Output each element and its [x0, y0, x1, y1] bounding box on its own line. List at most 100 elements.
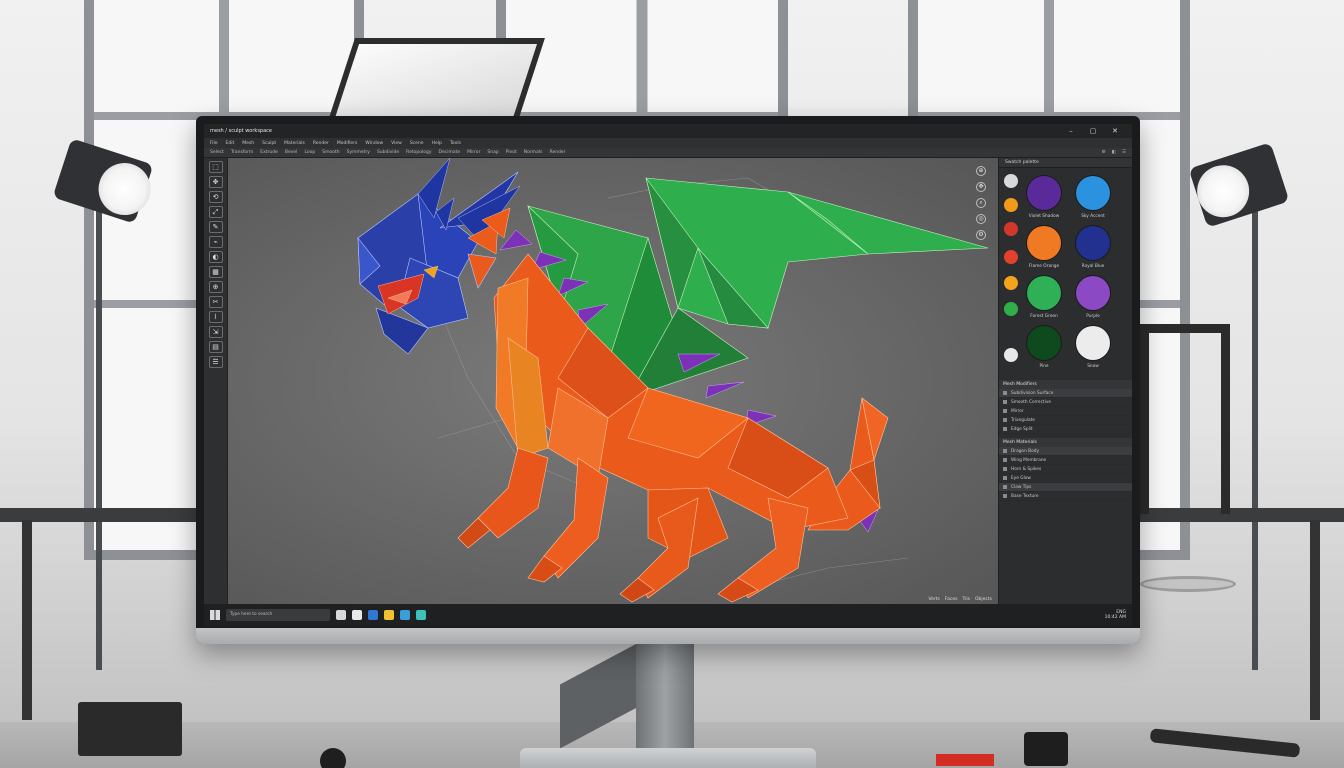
list-item[interactable]: Wing Membrane — [999, 456, 1132, 465]
menu-materials[interactable]: Materials — [284, 141, 305, 146]
app-icon[interactable] — [416, 610, 426, 620]
folder-icon[interactable] — [384, 610, 394, 620]
3d-viewport[interactable]: ⊕ ✥ ⌕ ◎ ⚙ Verts Faces Tris Objects — [228, 158, 998, 604]
black-cup — [1024, 732, 1068, 766]
color-swatch[interactable] — [1027, 226, 1061, 260]
menu-view[interactable]: View — [391, 141, 402, 146]
menu-icon[interactable]: ☰ — [1122, 150, 1126, 155]
draw-icon[interactable]: ✎ — [208, 221, 223, 233]
list-icon[interactable]: ☰ — [208, 356, 223, 368]
browser-icon[interactable] — [368, 610, 378, 620]
list-item[interactable]: Dragon Body — [999, 447, 1132, 456]
toolbar-render[interactable]: Render — [549, 150, 565, 155]
menu-scene[interactable]: Scene — [410, 141, 424, 146]
section-title[interactable]: Mesh Materials — [999, 438, 1132, 447]
minimize-button[interactable]: – — [1060, 124, 1082, 138]
toolbar-mirror[interactable]: Mirror — [467, 150, 480, 155]
mini-swatch[interactable] — [1004, 198, 1018, 212]
menu-tools[interactable]: Tools — [450, 141, 461, 146]
section-title[interactable]: Mesh Modifiers — [999, 380, 1132, 389]
color-swatch[interactable] — [1076, 276, 1110, 310]
resize-icon[interactable]: ⇲ — [208, 326, 223, 338]
orbit-icon[interactable]: ◎ — [976, 214, 986, 224]
color-swatch[interactable] — [1076, 226, 1110, 260]
toolbar-snap[interactable]: Snap — [487, 150, 498, 155]
menu-mesh[interactable]: Mesh — [242, 141, 254, 146]
mini-swatch[interactable] — [1004, 250, 1018, 264]
list-item[interactable]: Base Texture — [999, 492, 1132, 501]
list-item[interactable]: Subdivision Surface — [999, 389, 1132, 398]
close-button[interactable]: ✕ — [1104, 124, 1126, 138]
toolbar-select[interactable]: Select — [210, 150, 224, 155]
rotate-icon[interactable]: ⟲ — [208, 191, 223, 203]
zoom-icon[interactable]: ⌕ — [976, 198, 986, 208]
settings-icon[interactable]: ⚙ — [1102, 150, 1106, 155]
list-item[interactable]: Claw Tips — [999, 483, 1132, 492]
move-icon[interactable]: ✥ — [208, 176, 223, 188]
shade-icon[interactable]: ◐ — [208, 251, 223, 263]
mini-swatch[interactable] — [1004, 174, 1018, 188]
studio-light — [1188, 142, 1290, 228]
toolbar-retopology[interactable]: Retopology — [406, 150, 431, 155]
color-swatch[interactable] — [1076, 326, 1110, 360]
menu-modifiers[interactable]: Modifiers — [337, 141, 358, 146]
toolbar-decimate[interactable]: Decimate — [439, 150, 461, 155]
maximize-button[interactable]: ▢ — [1082, 124, 1104, 138]
status-faces: Faces — [944, 597, 958, 602]
list-item[interactable]: Horn & Spikes — [999, 465, 1132, 474]
menu-sculpt[interactable]: Sculpt — [262, 141, 276, 146]
store-icon[interactable] — [400, 610, 410, 620]
file-explorer-icon[interactable] — [352, 610, 362, 620]
select-box-icon[interactable]: ⬚ — [208, 161, 223, 173]
add-icon[interactable]: ⊕ — [208, 281, 223, 293]
toolbar-subdivide[interactable]: Subdivide — [377, 150, 399, 155]
list-item[interactable]: Eye Glow — [999, 474, 1132, 483]
properties-panel: Swatch palette Violet Shadow Sky Accent … — [998, 158, 1132, 604]
color-swatch[interactable] — [1027, 326, 1061, 360]
mini-swatch[interactable] — [1004, 222, 1018, 236]
knife-icon[interactable]: ⌁ — [208, 236, 223, 248]
layers-icon[interactable]: ▤ — [208, 341, 223, 353]
scale-icon[interactable]: ⤢ — [208, 206, 223, 218]
clock[interactable]: 10:42 AM — [1105, 615, 1126, 620]
color-swatch[interactable] — [1027, 276, 1061, 310]
materials-section: Mesh Materials Dragon Body Wing Membrane… — [999, 438, 1132, 501]
menu-render[interactable]: Render — [313, 141, 329, 146]
dragon-model[interactable] — [228, 158, 998, 604]
toolbar-transform[interactable]: Transform — [231, 150, 253, 155]
grid-icon[interactable]: ▦ — [208, 266, 223, 278]
swatch-label: Royal Blue — [1081, 264, 1105, 269]
menu-window[interactable]: Window — [365, 141, 383, 146]
toolbar-pivot[interactable]: Pivot — [506, 150, 517, 155]
tool-palette: ⬚ ✥ ⟲ ⤢ ✎ ⌁ ◐ ▦ ⊕ ✂ ⌇ ⇲ ▤ ☰ — [204, 158, 228, 604]
toolbar-symmetry[interactable]: Symmetry — [347, 150, 370, 155]
app-title: mesh / sculpt workspace — [210, 128, 272, 134]
task-view-icon[interactable] — [336, 610, 346, 620]
list-item[interactable]: Smooth Corrective — [999, 398, 1132, 407]
mini-swatch[interactable] — [1004, 348, 1018, 362]
menu-edit[interactable]: Edit — [226, 141, 235, 146]
list-item[interactable]: Edge Split — [999, 425, 1132, 434]
toolbar-normals[interactable]: Normals — [524, 150, 543, 155]
menu-file[interactable]: File — [210, 141, 218, 146]
pan-icon[interactable]: ✥ — [976, 182, 986, 192]
toolbar-extrude[interactable]: Extrude — [260, 150, 278, 155]
menu-help[interactable]: Help — [432, 141, 442, 146]
taskbar-search-input[interactable]: Type here to search — [226, 609, 330, 621]
start-icon[interactable] — [210, 610, 220, 620]
list-item[interactable]: Triangulate — [999, 416, 1132, 425]
desk-clamp — [78, 702, 182, 756]
toolbar-loop[interactable]: Loop — [304, 150, 315, 155]
color-swatch[interactable] — [1027, 176, 1061, 210]
mini-swatch[interactable] — [1004, 276, 1018, 290]
tool-bar: Select Transform Extrude Bevel Loop Smoo… — [204, 148, 1132, 158]
path-icon[interactable]: ⌇ — [208, 311, 223, 323]
color-swatch[interactable] — [1076, 176, 1110, 210]
cut-icon[interactable]: ✂ — [208, 296, 223, 308]
toolbar-smooth[interactable]: Smooth — [322, 150, 339, 155]
list-item[interactable]: Mirror — [999, 407, 1132, 416]
view-settings-icon[interactable]: ⚙ — [976, 230, 986, 240]
layout-icon[interactable]: ◧ — [1112, 150, 1116, 155]
add-view-icon[interactable]: ⊕ — [976, 166, 986, 176]
toolbar-bevel[interactable]: Bevel — [285, 150, 298, 155]
